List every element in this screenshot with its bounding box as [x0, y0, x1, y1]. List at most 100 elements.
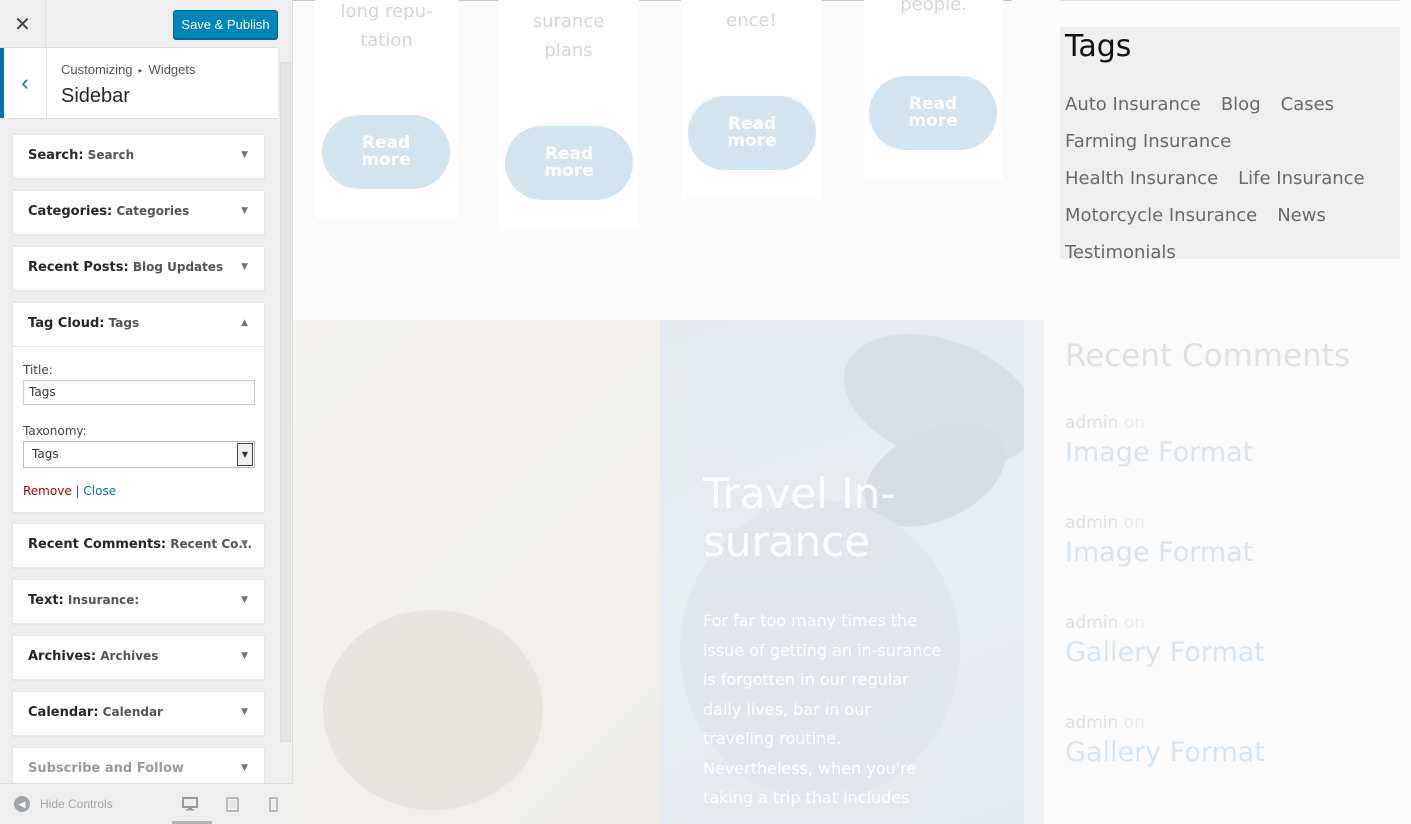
comment-post-link[interactable]: Image Format: [1065, 437, 1395, 468]
widget-categories[interactable]: Categories: Categories ▼: [12, 190, 265, 235]
close-link[interactable]: Close: [83, 484, 116, 498]
tag-link[interactable]: Cases: [1281, 93, 1334, 116]
service-card: long repu- tation Read more: [315, 0, 458, 219]
tag-link[interactable]: News: [1277, 204, 1326, 227]
tablet-icon[interactable]: [221, 793, 243, 815]
triangle-down-icon[interactable]: ▼: [241, 206, 248, 216]
travel-photo: Travel In- surance For far too many time…: [660, 320, 1024, 824]
widget-header[interactable]: Recent Posts: Blog Updates ▼: [13, 247, 264, 290]
widget-text[interactable]: Text: Insurance: ▼: [12, 579, 265, 624]
comment-author[interactable]: admin: [1065, 613, 1118, 633]
comment-on: on: [1123, 513, 1145, 533]
customizer-panel: ✕ Save & Publish ‹ Customizing ▸ Widgets S…: [0, 0, 293, 824]
triangle-down-icon[interactable]: ▼: [241, 150, 248, 160]
read-more-button[interactable]: Read more: [869, 76, 997, 150]
collapse-circle-icon: ◀: [14, 796, 30, 812]
tag-link[interactable]: Farming Insurance: [1065, 130, 1231, 153]
taxonomy-select[interactable]: Tags ▼: [23, 441, 255, 468]
read-more-button[interactable]: Read more: [505, 126, 633, 200]
widget-type: Calendar:: [28, 705, 99, 720]
action-separator: |: [75, 484, 80, 498]
save-publish-button[interactable]: Save & Publish: [173, 10, 278, 39]
widget-title: Archives: [100, 649, 159, 663]
comment-author[interactable]: admin: [1065, 713, 1118, 733]
widget-title: Calendar: [102, 705, 163, 719]
section-header: ‹ Customizing ▸ Widgets Sidebar: [0, 48, 278, 119]
triangle-up-icon[interactable]: ▲: [241, 318, 248, 328]
triangle-down-icon[interactable]: ▼: [241, 763, 248, 773]
widget-recent-comments[interactable]: Recent Comments: Recent Co... ▼: [12, 523, 265, 568]
comment-meta: admin on: [1065, 713, 1395, 733]
chevron-down-icon[interactable]: ▼: [237, 443, 253, 466]
scrollbar-thumb[interactable]: [280, 62, 291, 742]
taxonomy-label: Taxonomy:: [23, 424, 87, 438]
widget-header[interactable]: Calendar: Calendar ▼: [13, 692, 264, 735]
tag-link[interactable]: Blog: [1221, 93, 1261, 116]
back-button[interactable]: ‹: [0, 48, 47, 118]
widget-recent-posts[interactable]: Recent Posts: Blog Updates ▼: [12, 246, 265, 291]
recent-comment-item: admin on Gallery Format: [1065, 613, 1395, 668]
comment-meta: admin on: [1065, 413, 1395, 433]
widget-type: Tag Cloud:: [28, 316, 105, 331]
breadcrumb-current: Widgets: [148, 62, 196, 77]
comment-post-link[interactable]: Gallery Format: [1065, 637, 1395, 668]
widget-header[interactable]: Archives: Archives ▼: [13, 636, 264, 679]
widget-calendar[interactable]: Calendar: Calendar ▼: [12, 691, 265, 736]
customizer-footer: ◀ Hide Controls: [0, 783, 293, 824]
widget-type: Search:: [28, 148, 84, 163]
tag-link[interactable]: Life Insurance: [1238, 167, 1364, 190]
widget-type: Subscribe and Follow: [28, 761, 184, 776]
triangle-down-icon[interactable]: ▼: [241, 262, 248, 272]
triangle-down-icon[interactable]: ▼: [241, 707, 248, 717]
title-field[interactable]: Tags: [23, 380, 255, 405]
title-label: Title:: [23, 363, 53, 377]
widget-tag-cloud[interactable]: Tag Cloud: Tags ▲ Title: Tags Taxonomy: …: [12, 302, 265, 513]
comment-author[interactable]: admin: [1065, 513, 1118, 533]
triangle-down-icon[interactable]: ▼: [241, 539, 248, 549]
travel-title: Travel In- surance: [703, 469, 896, 566]
comment-on: on: [1123, 413, 1145, 433]
card-text: surance plans: [532, 11, 605, 61]
mobile-icon[interactable]: [262, 793, 284, 815]
widget-title: Insurance:: [67, 593, 140, 607]
widget-archives[interactable]: Archives: Archives ▼: [12, 635, 265, 680]
divider: [1060, 0, 1400, 1]
widget-actions: Remove | Close: [23, 484, 254, 498]
recent-comment-item: admin on Image Format: [1065, 413, 1395, 468]
service-card: surance plans Read more: [498, 0, 639, 229]
triangle-down-icon[interactable]: ▼: [241, 651, 248, 661]
hide-controls-button[interactable]: ◀ Hide Controls: [14, 796, 113, 812]
taxonomy-selected-value: Tags: [32, 447, 59, 461]
triangle-down-icon[interactable]: ▼: [241, 595, 248, 605]
recent-comments-title: Recent Comments: [1065, 338, 1351, 374]
customizer-screen: ✕ Save & Publish ‹ Customizing ▸ Widgets S…: [0, 0, 1411, 824]
widget-header[interactable]: Categories: Categories ▼: [13, 191, 264, 234]
read-more-button[interactable]: Read more: [688, 96, 816, 170]
widget-header[interactable]: Recent Comments: Recent Co... ▼: [13, 524, 264, 567]
widget-type: Categories:: [28, 204, 113, 219]
widget-title: Blog Updates: [132, 260, 224, 274]
background-photo-shape: [323, 610, 543, 810]
comment-author[interactable]: admin: [1065, 413, 1118, 433]
widget-title: Categories: [116, 204, 190, 218]
close-icon[interactable]: ✕: [0, 0, 46, 48]
comment-post-link[interactable]: Gallery Format: [1065, 737, 1395, 768]
tag-link[interactable]: Health Insurance: [1065, 167, 1218, 190]
tag-link[interactable]: Motorcycle Insurance: [1065, 204, 1257, 227]
sidebar-scrollbar[interactable]: [278, 48, 293, 793]
tag-link[interactable]: Auto Insurance: [1065, 93, 1201, 116]
widget-header[interactable]: Tag Cloud: Tags ▲: [13, 303, 264, 346]
tag-link[interactable]: Testimonials: [1065, 241, 1176, 264]
desktop-icon[interactable]: [179, 793, 201, 815]
tags-title: Tags: [1065, 29, 1132, 64]
widget-header[interactable]: Search: Search ▼: [13, 135, 264, 178]
travel-insurance-section: Travel In- surance For far too many time…: [293, 320, 1044, 824]
tags-widget: Tags Auto Insurance Blog Cases Farming I…: [1060, 27, 1400, 263]
read-more-button[interactable]: Read more: [322, 115, 450, 189]
comment-post-link[interactable]: Image Format: [1065, 537, 1395, 568]
widget-title: Recent Co...: [170, 537, 253, 551]
remove-link[interactable]: Remove: [23, 484, 72, 498]
breadcrumb: Customizing ▸ Widgets: [61, 62, 196, 77]
widget-search[interactable]: Search: Search ▼: [12, 134, 265, 179]
widget-header[interactable]: Text: Insurance: ▼: [13, 580, 264, 623]
